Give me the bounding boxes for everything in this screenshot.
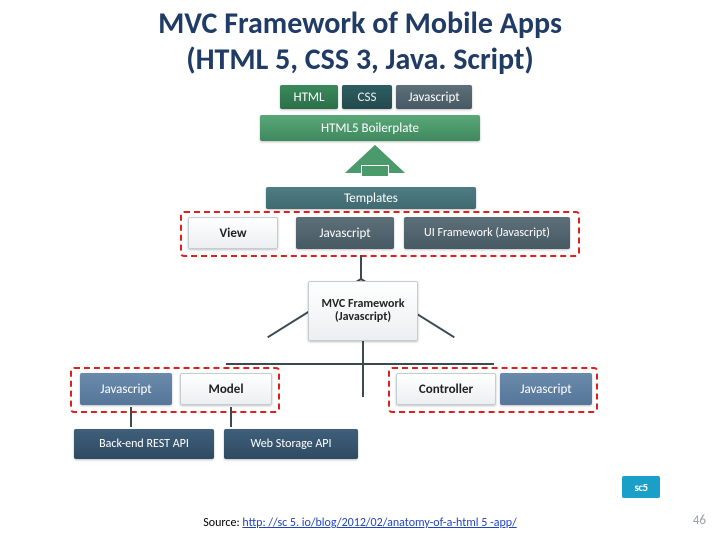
box-boilerplate: HTML5 Boilerplate xyxy=(260,115,480,141)
box-templates: Templates xyxy=(266,187,476,209)
box-html: HTML xyxy=(280,85,338,109)
box-model: Model xyxy=(180,373,272,405)
box-mvc: MVC Framework (Javascript) xyxy=(308,281,418,341)
box-js-view: Javascript xyxy=(296,217,394,249)
box-storage-api: Web Storage API xyxy=(224,429,358,459)
box-js-top: Javascript xyxy=(396,85,472,109)
box-css: CSS xyxy=(342,85,392,109)
connector-model-api1 xyxy=(130,407,132,427)
box-ui-framework: UI Framework (Javascript) xyxy=(404,217,570,249)
mvc-diagram: HTML CSS Javascript HTML5 Boilerplate Te… xyxy=(80,85,640,485)
page-number: 46 xyxy=(693,513,706,528)
arrow-up-icon xyxy=(345,145,405,173)
connector-center-down xyxy=(362,341,364,397)
connector-top xyxy=(360,255,362,279)
triangle-base xyxy=(226,363,494,365)
source-link[interactable]: http: //sc 5. io/blog/2012/02/anatomy-of… xyxy=(242,516,516,530)
box-js-model: Javascript xyxy=(80,373,172,405)
connector-model-api2 xyxy=(230,407,232,427)
source-citation: Source: http: //sc 5. io/blog/2012/02/an… xyxy=(0,516,720,530)
box-js-controller: Javascript xyxy=(500,373,592,405)
box-backend-api: Back-end REST API xyxy=(74,429,214,459)
source-prefix: Source: xyxy=(203,516,242,530)
box-controller: Controller xyxy=(396,373,496,405)
title-line-1: MVC Framework of Mobile Apps xyxy=(158,5,562,42)
sc5-logo: sc5 xyxy=(622,476,660,498)
box-view: View xyxy=(188,217,278,249)
slide-title: MVC Framework of Mobile Apps (HTML 5, CS… xyxy=(0,0,720,78)
title-line-2: (HTML 5, CSS 3, Java. Script) xyxy=(186,41,533,78)
